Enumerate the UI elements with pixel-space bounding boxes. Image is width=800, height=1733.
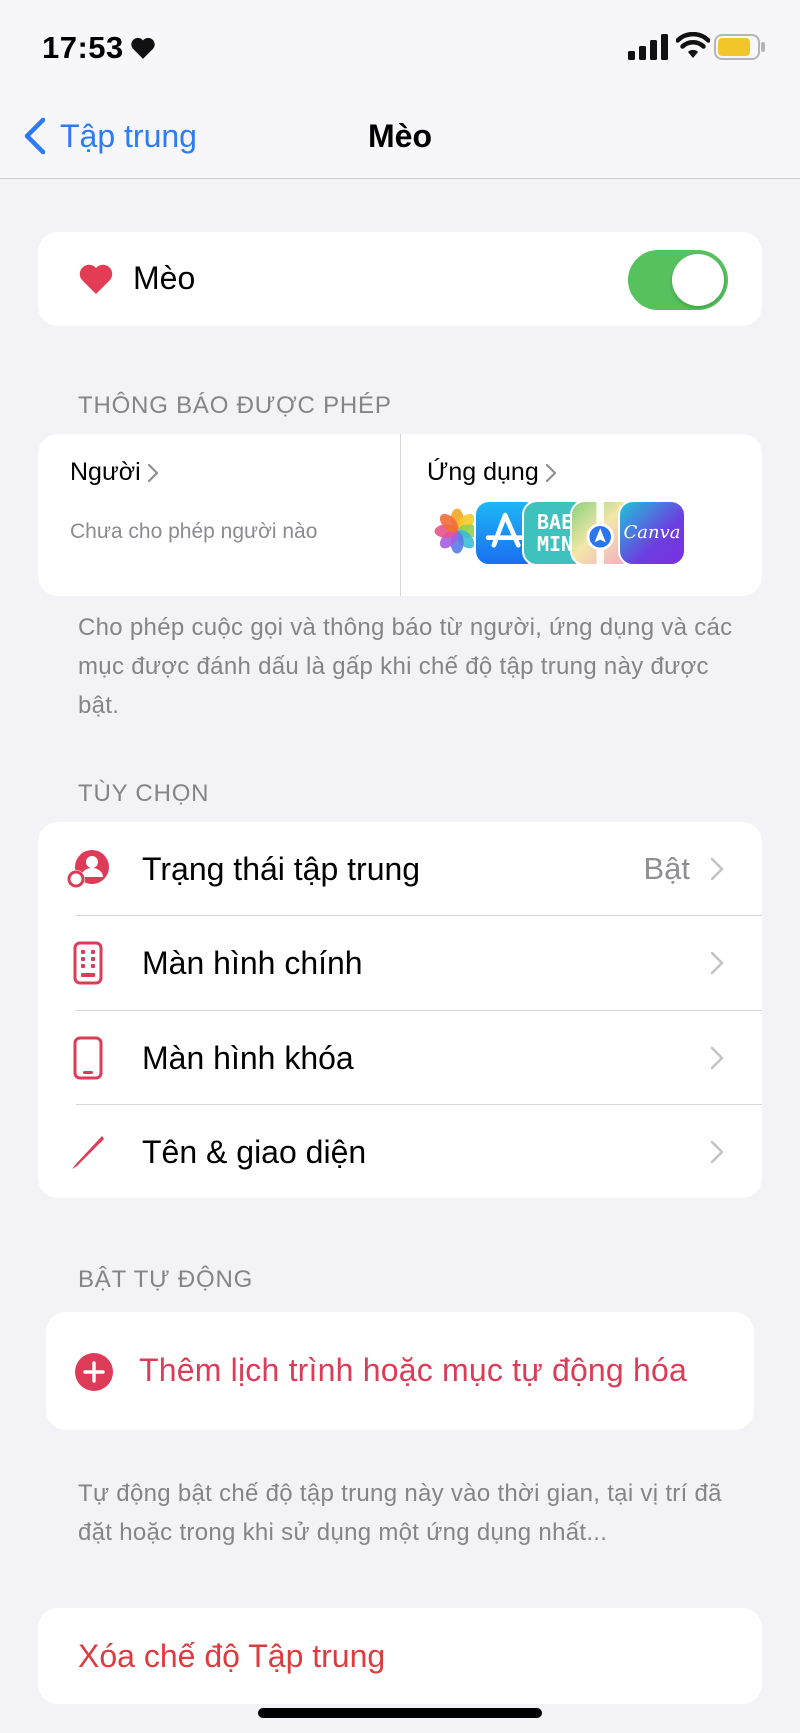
auto-on-footnote: Tự động bật chế độ tập trung này vào thờ… [78, 1480, 722, 1546]
back-label: Tập trung [60, 117, 197, 154]
home-indicator [258, 1708, 542, 1718]
options-header: TÙY CHỌN [78, 780, 210, 807]
auto-on-header: BẬT TỰ ĐỘNG [78, 1266, 254, 1293]
option-value: Bật [643, 851, 690, 886]
add-schedule-button[interactable]: Thêm lịch trình hoặc mục tự động hóa [46, 1312, 754, 1430]
chevron-left-icon [24, 117, 46, 155]
delete-focus-label: Xóa chế độ Tập trung [78, 1638, 386, 1674]
chevron-right-icon [710, 857, 724, 881]
focus-name: Mèo [133, 260, 196, 296]
people-subtitle: Chưa cho phép người nào [70, 520, 318, 543]
chevron-right-icon [147, 463, 158, 482]
toggle-knob [672, 254, 724, 306]
navigation-bar: Tập trung Mèo [0, 96, 800, 179]
option-home-screen[interactable]: Màn hình chính [38, 916, 762, 1010]
people-title: Người [70, 458, 141, 486]
lock-screen-icon [73, 1036, 103, 1080]
wifi-icon [676, 32, 710, 58]
allowed-notifications-footnote: Cho phép cuộc gọi và thông báo từ người,… [78, 614, 733, 719]
option-focus-status[interactable]: Trạng thái tập trung Bật [38, 822, 762, 916]
option-lock-screen[interactable]: Màn hình khóa [38, 1011, 762, 1105]
home-screen-icon [73, 941, 103, 985]
focus-toggle-row: Mèo [38, 232, 762, 326]
chevron-right-icon [545, 463, 556, 482]
allowed-apps-icons: BAE MIN Canva [426, 500, 726, 570]
apps-title: Ứng dụng [427, 458, 539, 486]
status-bar: 17:53 [0, 0, 800, 96]
back-button[interactable]: Tập trung [22, 114, 197, 158]
delete-focus-button[interactable]: Xóa chế độ Tập trung [38, 1608, 762, 1704]
allowed-people-cell[interactable]: Người Chưa cho phép người nào [38, 434, 400, 596]
cellular-signal-icon [628, 34, 668, 60]
status-time: 17:53 [42, 30, 124, 65]
option-label: Màn hình chính [142, 945, 363, 981]
option-label: Màn hình khóa [142, 1040, 354, 1076]
canva-app-icon: Canva [618, 500, 686, 566]
allowed-notifications-header: THÔNG BÁO ĐƯỢC PHÉP [78, 392, 392, 419]
focus-status-icon [67, 850, 109, 888]
heart-icon [79, 264, 113, 294]
plus-circle-icon [75, 1353, 113, 1391]
add-schedule-label: Thêm lịch trình hoặc mục tự động hóa [139, 1352, 688, 1388]
options-card: Trạng thái tập trung Bật Màn hình chính … [38, 822, 762, 1198]
pencil-icon [72, 1136, 104, 1169]
chevron-right-icon [710, 1046, 724, 1070]
chevron-right-icon [710, 951, 724, 975]
chevron-right-icon [710, 1140, 724, 1164]
option-label: Trạng thái tập trung [142, 851, 421, 887]
heart-icon [131, 37, 155, 59]
allowed-notifications-card: Người Chưa cho phép người nào Ứng dụng B… [38, 434, 762, 596]
focus-enabled-toggle[interactable] [628, 250, 728, 310]
option-label: Tên & giao diện [142, 1134, 367, 1170]
option-name-appearance[interactable]: Tên & giao diện [38, 1105, 762, 1199]
battery-icon [714, 34, 765, 60]
